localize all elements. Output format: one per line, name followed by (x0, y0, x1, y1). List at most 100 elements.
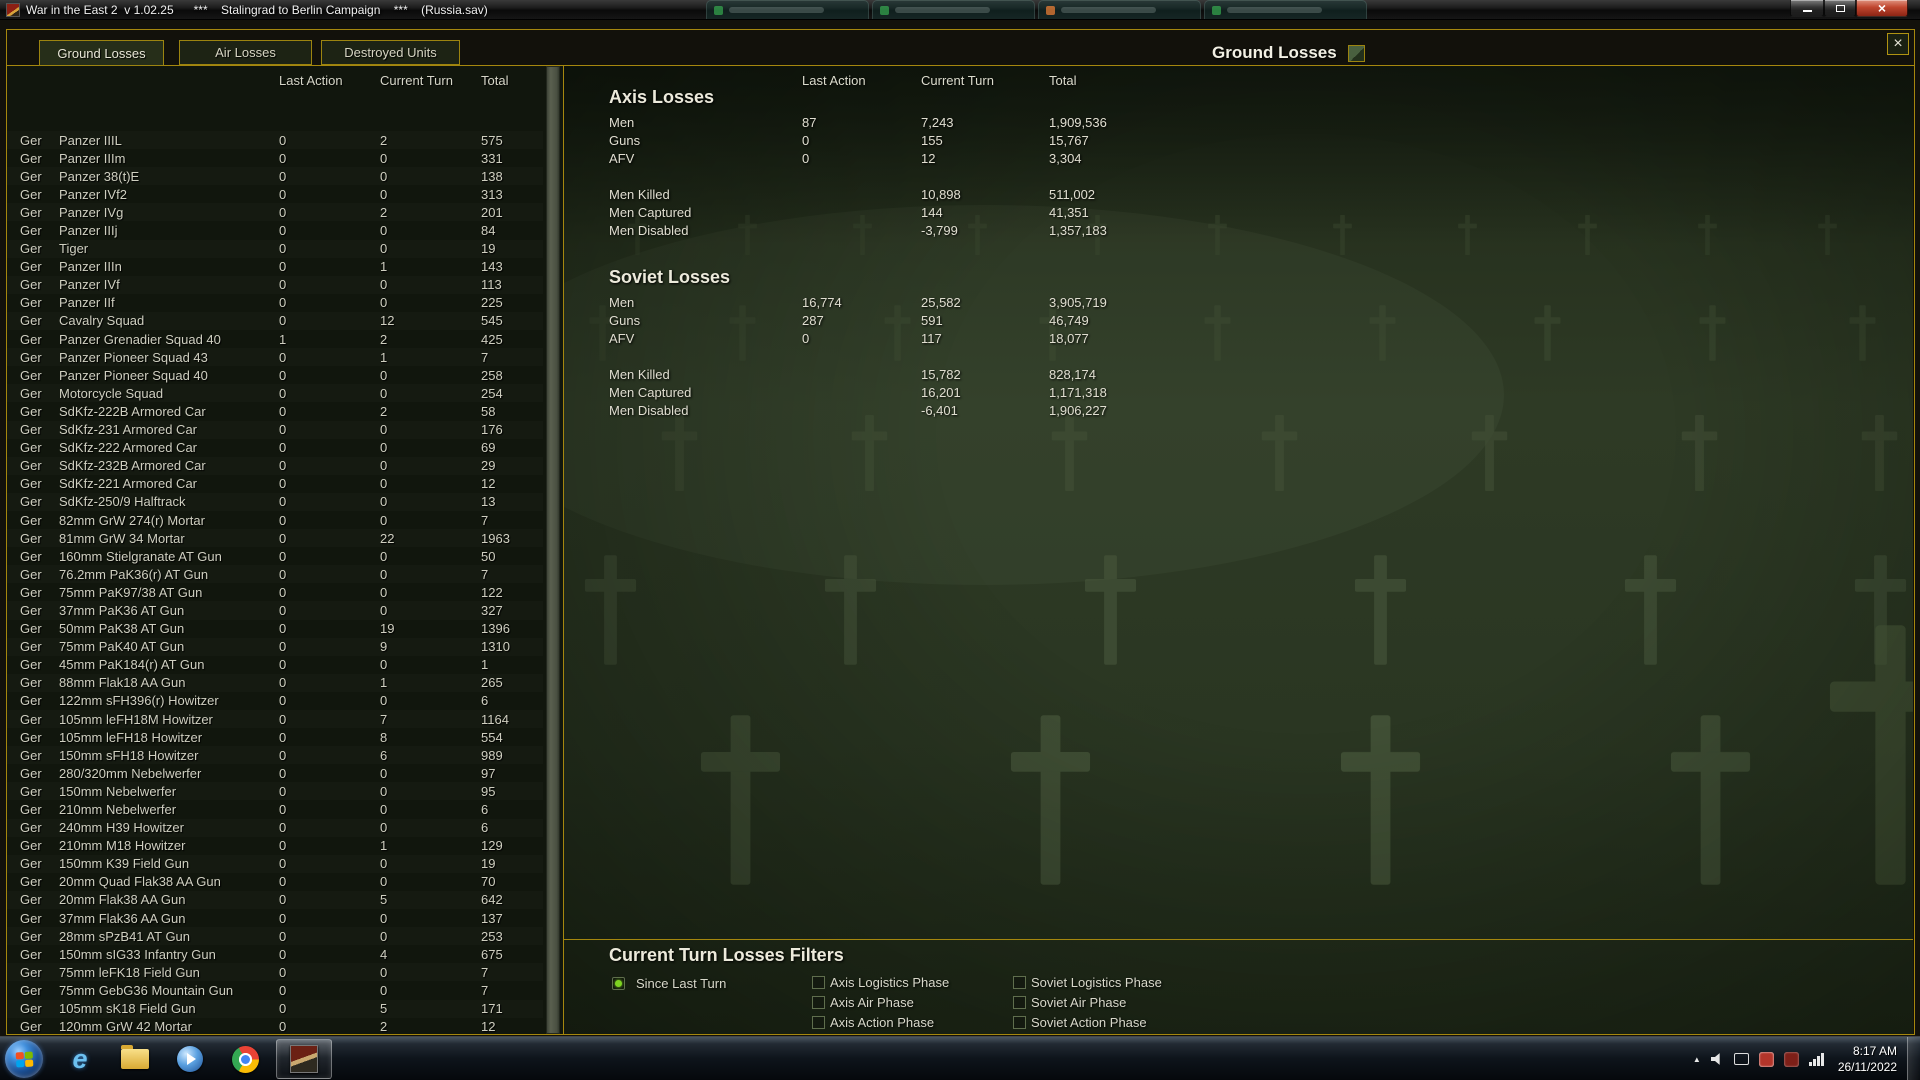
maximize-button[interactable] (1824, 0, 1856, 17)
table-row[interactable]: Ger 150mm Nebelwerfer 0 0 95 (7, 782, 543, 800)
phase-filter[interactable]: Soviet Air Phase (1013, 994, 1162, 1010)
media-player-button[interactable] (166, 1039, 214, 1079)
table-row[interactable]: Ger 45mm PaK184(r) AT Gun 0 0 1 (7, 656, 543, 674)
unit-name: 122mm sFH396(r) Howitzer (59, 693, 279, 708)
start-button[interactable] (5, 1040, 43, 1078)
chrome-button[interactable] (221, 1039, 269, 1079)
tab-air-losses[interactable]: Air Losses (179, 40, 312, 65)
table-row[interactable]: Ger 210mm M18 Howitzer 0 1 129 (7, 837, 543, 855)
table-row[interactable]: Ger 122mm sFH396(r) Howitzer 0 0 6 (7, 692, 543, 710)
unit-last-action: 0 (279, 911, 380, 926)
phase-filter[interactable]: Axis Action Phase (812, 1014, 949, 1030)
volume-icon[interactable] (1711, 1053, 1724, 1066)
checkbox-icon[interactable] (812, 996, 825, 1009)
table-row[interactable]: Ger SdKfz-221 Armored Car 0 0 12 (7, 475, 543, 493)
table-row[interactable]: Ger 150mm sIG33 Infantry Gun 0 4 675 (7, 945, 543, 963)
checkbox-icon[interactable] (1013, 1016, 1026, 1029)
table-row[interactable]: Ger Panzer IVf2 0 0 313 (7, 185, 543, 203)
wite2-taskbar-button[interactable] (276, 1039, 332, 1079)
table-row[interactable]: Ger Panzer IIIm 0 0 331 (7, 149, 543, 167)
unit-name: 280/320mm Nebelwerfer (59, 766, 279, 781)
table-row[interactable]: Ger 240mm H39 Howitzer 0 0 6 (7, 819, 543, 837)
table-row[interactable]: Ger Panzer 38(t)E 0 0 138 (7, 167, 543, 185)
table-row[interactable]: Ger 150mm K39 Field Gun 0 0 19 (7, 855, 543, 873)
table-row[interactable]: Ger Panzer Grenadier Squad 40 1 2 425 (7, 330, 543, 348)
checkbox-icon[interactable] (1013, 976, 1026, 989)
table-row[interactable]: Ger Panzer IIIn 0 1 143 (7, 258, 543, 276)
table-row[interactable]: Ger 150mm sFH18 Howitzer 0 6 989 (7, 746, 543, 764)
table-row[interactable]: Ger 105mm leFH18M Howitzer 0 7 1164 (7, 710, 543, 728)
table-row[interactable]: Ger 120mm GrW 42 Mortar 0 2 12 (7, 1018, 543, 1035)
unit-name: 20mm Quad Flak38 AA Gun (59, 874, 279, 889)
table-row[interactable]: Ger 75mm PaK97/38 AT Gun 0 0 122 (7, 583, 543, 601)
tray-clock[interactable]: 8:17 AM 26/11/2022 (1838, 1043, 1897, 1075)
table-row[interactable]: Ger Panzer Pioneer Squad 43 0 1 7 (7, 348, 543, 366)
checkbox-label: Soviet Action Phase (1031, 1015, 1147, 1030)
antivirus-icon[interactable] (1759, 1052, 1774, 1067)
table-row[interactable]: Ger 75mm leFK18 Field Gun 0 0 7 (7, 963, 543, 981)
close-button[interactable] (1856, 0, 1908, 17)
table-row[interactable]: Ger SdKfz-232B Armored Car 0 0 29 (7, 457, 543, 475)
table-row[interactable]: Ger SdKfz-231 Armored Car 0 0 176 (7, 421, 543, 439)
table-row[interactable]: Ger 75mm GebG36 Mountain Gun 0 0 7 (7, 981, 543, 999)
table-row[interactable]: Ger 82mm GrW 274(r) Mortar 0 0 7 (7, 511, 543, 529)
unit-total: 176 (481, 422, 543, 437)
table-row[interactable]: Ger SdKfz-222 Armored Car 0 0 69 (7, 439, 543, 457)
tab-destroyed-units[interactable]: Destroyed Units (321, 40, 460, 65)
phase-filter[interactable]: Axis Air Phase (812, 994, 949, 1010)
show-desktop-button[interactable] (1907, 1037, 1920, 1080)
language-icon[interactable] (1734, 1053, 1749, 1065)
unit-total: 7 (481, 567, 543, 582)
table-row[interactable]: Ger 20mm Quad Flak38 AA Gun 0 0 70 (7, 873, 543, 891)
table-row[interactable]: Ger Motorcycle Squad 0 0 254 (7, 384, 543, 402)
table-row[interactable]: Ger Panzer IVf 0 0 113 (7, 276, 543, 294)
radio-icon[interactable] (612, 977, 625, 990)
table-row[interactable]: Ger SdKfz-222B Armored Car 0 2 58 (7, 402, 543, 420)
security-icon[interactable] (1784, 1052, 1799, 1067)
table-row[interactable]: Ger 37mm Flak36 AA Gun 0 0 137 (7, 909, 543, 927)
report-icon[interactable] (1348, 45, 1365, 62)
phase-filter[interactable]: Axis Logistics Phase (812, 974, 949, 990)
internet-explorer-button[interactable] (56, 1039, 104, 1079)
table-row[interactable]: Ger 105mm leFH18 Howitzer 0 8 554 (7, 728, 543, 746)
network-icon[interactable] (1809, 1052, 1824, 1066)
table-row[interactable]: Ger 105mm sK18 Field Gun 0 5 171 (7, 1000, 543, 1018)
since-last-turn-filter[interactable]: Since Last Turn (612, 975, 726, 991)
phase-filter[interactable]: Soviet Logistics Phase (1013, 974, 1162, 990)
table-row[interactable]: Ger Panzer IIf 0 0 225 (7, 294, 543, 312)
file-explorer-button[interactable] (111, 1039, 159, 1079)
table-scrollbar[interactable] (546, 66, 560, 1034)
table-row[interactable]: Ger SdKfz-250/9 Halftrack 0 0 13 (7, 493, 543, 511)
table-row[interactable]: Ger 76.2mm PaK36(r) AT Gun 0 0 7 (7, 565, 543, 583)
table-row[interactable]: Ger Panzer Pioneer Squad 40 0 0 258 (7, 366, 543, 384)
unit-nationality: Ger (20, 621, 59, 636)
table-row[interactable]: Ger 20mm Flak38 AA Gun 0 5 642 (7, 891, 543, 909)
checkbox-icon[interactable] (812, 976, 825, 989)
table-row[interactable]: Ger Panzer IIIL 0 2 575 (7, 131, 543, 149)
table-row[interactable]: Ger 160mm Stielgranate AT Gun 0 0 50 (7, 547, 543, 565)
unit-nationality: Ger (20, 892, 59, 907)
table-row[interactable]: Ger 210mm Nebelwerfer 0 0 6 (7, 800, 543, 818)
loss-total: 828,174 (1049, 367, 1913, 382)
checkbox-icon[interactable] (1013, 996, 1026, 1009)
table-row[interactable]: Ger 81mm GrW 34 Mortar 0 22 1963 (7, 529, 543, 547)
table-row[interactable]: Ger 28mm sPzB41 AT Gun 0 0 253 (7, 927, 543, 945)
screen-close-button[interactable] (1887, 33, 1909, 55)
table-row[interactable]: Ger Panzer IIIj 0 0 84 (7, 221, 543, 239)
table-row[interactable]: Ger 280/320mm Nebelwerfer 0 0 97 (7, 764, 543, 782)
unit-current-turn: 0 (380, 820, 481, 835)
minimize-button[interactable] (1790, 0, 1824, 17)
tray-expand-icon[interactable] (1693, 1055, 1701, 1064)
unit-current-turn: 0 (380, 802, 481, 817)
table-row[interactable]: Ger Panzer IVg 0 2 201 (7, 203, 543, 221)
phase-filter[interactable]: Soviet Action Phase (1013, 1014, 1162, 1030)
table-row[interactable]: Ger 88mm Flak18 AA Gun 0 1 265 (7, 674, 543, 692)
table-row[interactable]: Ger 50mm PaK38 AT Gun 0 19 1396 (7, 620, 543, 638)
loss-total: 3,304 (1049, 151, 1913, 166)
table-row[interactable]: Ger 37mm PaK36 AT Gun 0 0 327 (7, 601, 543, 619)
tab-ground-losses[interactable]: Ground Losses (39, 40, 164, 66)
table-row[interactable]: Ger Tiger 0 0 19 (7, 240, 543, 258)
table-row[interactable]: Ger Cavalry Squad 0 12 545 (7, 312, 543, 330)
checkbox-icon[interactable] (812, 1016, 825, 1029)
table-row[interactable]: Ger 75mm PaK40 AT Gun 0 9 1310 (7, 638, 543, 656)
